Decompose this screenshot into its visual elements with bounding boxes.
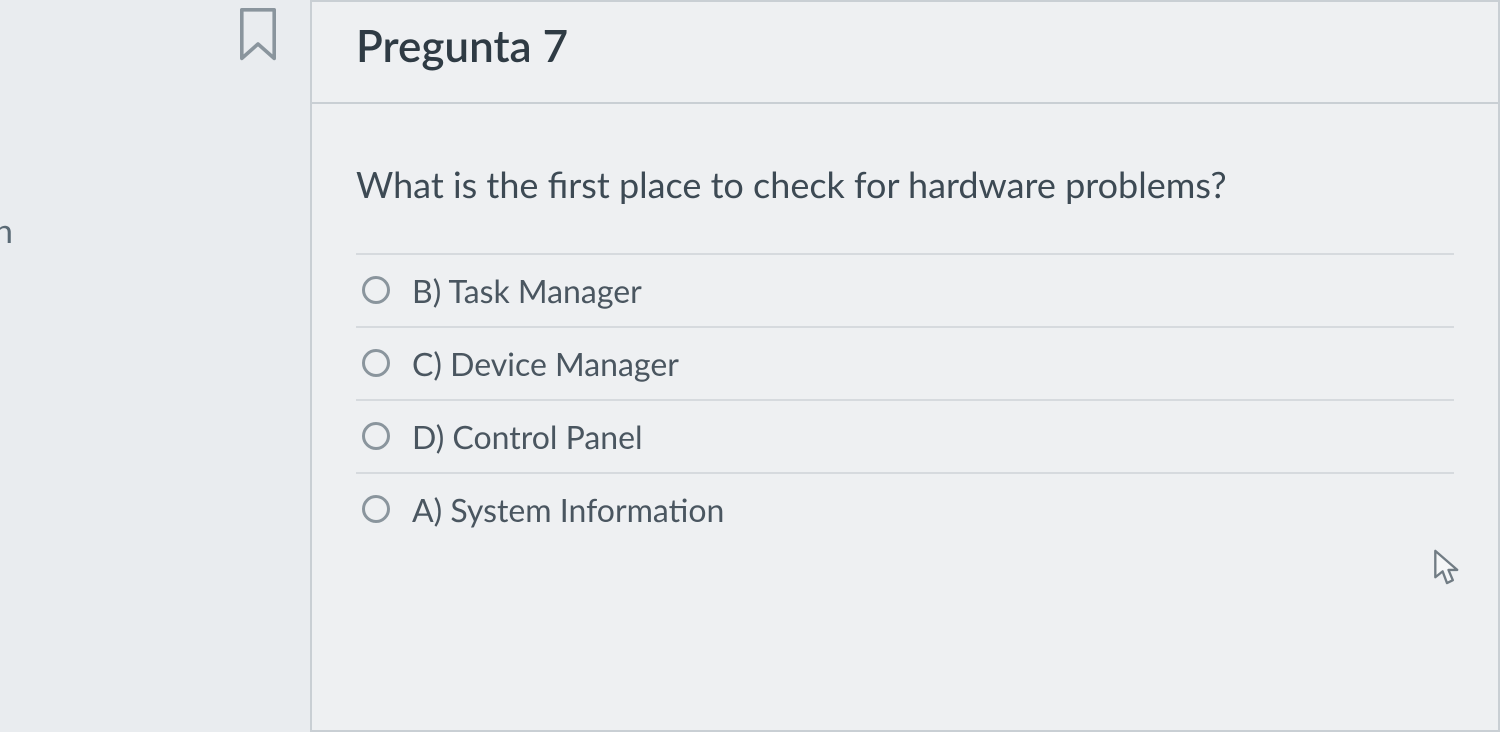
answer-option-label: B) Task Manager: [412, 271, 642, 310]
bookmark-icon[interactable]: [236, 8, 280, 62]
answer-option-d[interactable]: D) Control Panel: [356, 401, 1454, 474]
question-title: Pregunta 7: [356, 20, 1454, 72]
answer-option-label: A) System Information: [412, 490, 724, 529]
answer-option-c[interactable]: C) Device Manager: [356, 328, 1454, 401]
question-body: What is the first place to check for har…: [312, 104, 1498, 565]
radio-icon[interactable]: [362, 422, 390, 450]
sidebar-text-fragment: n: [0, 210, 13, 251]
answer-option-a[interactable]: A) System Information: [356, 474, 1454, 545]
question-card: Pregunta 7 What is the first place to ch…: [310, 0, 1500, 732]
answer-options: B) Task Manager C) Device Manager D) Con…: [356, 253, 1454, 545]
answer-option-label: D) Control Panel: [412, 417, 643, 456]
page-root: n Pregunta 7 What is the first place to …: [0, 0, 1500, 732]
sidebar: n: [0, 0, 310, 732]
question-prompt: What is the first place to check for har…: [356, 160, 1454, 253]
radio-icon[interactable]: [362, 495, 390, 523]
answer-option-label: C) Device Manager: [412, 344, 679, 383]
answer-option-b[interactable]: B) Task Manager: [356, 255, 1454, 328]
radio-icon[interactable]: [362, 276, 390, 304]
radio-icon[interactable]: [362, 349, 390, 377]
question-header: Pregunta 7: [312, 2, 1498, 104]
